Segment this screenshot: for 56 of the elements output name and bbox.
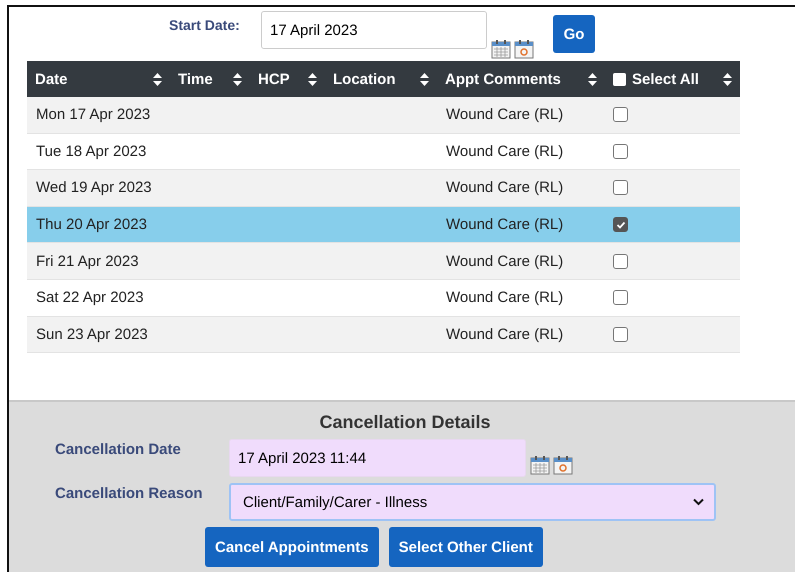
sort-icon[interactable] xyxy=(723,72,732,86)
select-all-checkbox[interactable] xyxy=(613,72,626,86)
sort-icon[interactable] xyxy=(420,72,429,86)
row-checkbox[interactable] xyxy=(613,144,628,159)
action-button[interactable]: Select Other Client xyxy=(388,527,543,567)
date-cell: Thu 20 Apr 2023 xyxy=(36,216,147,234)
start-date-field[interactable]: 17 April 2023 xyxy=(261,11,487,49)
row-checkbox[interactable] xyxy=(613,217,628,232)
date-cell: Fri 21 Apr 2023 xyxy=(36,252,139,270)
table-row[interactable]: Mon 17 Apr 2023 Wound Care (RL) xyxy=(27,97,740,134)
row-checkbox[interactable] xyxy=(613,290,628,306)
sort-icon[interactable] xyxy=(588,72,597,86)
cancellation-date-field[interactable]: 17 April 2023 11:44 xyxy=(229,439,526,477)
sort-icon[interactable] xyxy=(233,72,242,86)
comments-cell: Wound Care (RL) xyxy=(446,142,564,160)
comments-cell: Wound Care (RL) xyxy=(446,106,564,124)
column-header[interactable]: Time xyxy=(178,70,213,88)
calendar-icon[interactable] xyxy=(530,455,550,475)
calendar-today-icon[interactable] xyxy=(553,455,573,475)
sort-icon[interactable] xyxy=(308,72,317,86)
check-icon xyxy=(616,220,626,230)
action-button[interactable]: Cancel Appointments xyxy=(205,527,379,567)
comments-cell: Wound Care (RL) xyxy=(446,216,564,234)
start-date-label: Start Date: xyxy=(169,17,241,33)
column-header[interactable]: Appt Comments xyxy=(445,70,561,88)
table-row[interactable]: Sun 23 Apr 2023 Wound Care (RL) xyxy=(27,316,740,354)
comments-cell: Wound Care (RL) xyxy=(446,252,564,270)
sort-icon[interactable] xyxy=(153,72,162,86)
table-row[interactable]: Wed 19 Apr 2023 Wound Care (RL) xyxy=(27,170,740,207)
column-header[interactable]: Select All xyxy=(632,70,699,88)
chevron-down-icon xyxy=(693,498,704,506)
table-row[interactable]: Thu 20 Apr 2023 Wound Care (RL) xyxy=(27,206,740,244)
column-header[interactable]: Location xyxy=(333,70,396,88)
table-row[interactable]: Fri 21 Apr 2023 Wound Care (RL) xyxy=(27,243,740,280)
comments-cell: Wound Care (RL) xyxy=(446,179,564,196)
column-header[interactable]: Date xyxy=(35,70,68,88)
go-button[interactable]: Go xyxy=(553,15,595,53)
date-cell: Mon 17 Apr 2023 xyxy=(36,106,150,124)
row-checkbox[interactable] xyxy=(613,107,628,122)
calendar-icon[interactable] xyxy=(491,39,511,59)
row-checkbox[interactable] xyxy=(613,180,628,196)
date-cell: Sat 22 Apr 2023 xyxy=(36,289,144,306)
section-title: Cancellation Details xyxy=(318,412,492,433)
calendar-today-icon[interactable] xyxy=(514,39,534,59)
row-checkbox[interactable] xyxy=(613,254,628,269)
row-checkbox[interactable] xyxy=(613,326,628,342)
date-cell: Tue 18 Apr 2023 xyxy=(36,142,146,160)
cancellation-date-label: Cancellation Date xyxy=(55,441,182,458)
date-cell: Sun 23 Apr 2023 xyxy=(36,326,148,343)
cancellation-reason-label: Cancellation Reason xyxy=(55,485,204,502)
table-row[interactable]: Tue 18 Apr 2023 Wound Care (RL) xyxy=(27,134,740,170)
comments-cell: Wound Care (RL) xyxy=(446,289,564,306)
cancellation-reason-dropdown[interactable]: Client/Family/Carer - Illness xyxy=(229,483,716,521)
comments-cell: Wound Care (RL) xyxy=(446,326,564,343)
date-cell: Wed 19 Apr 2023 xyxy=(36,179,152,196)
column-header[interactable]: HCP xyxy=(258,70,290,88)
